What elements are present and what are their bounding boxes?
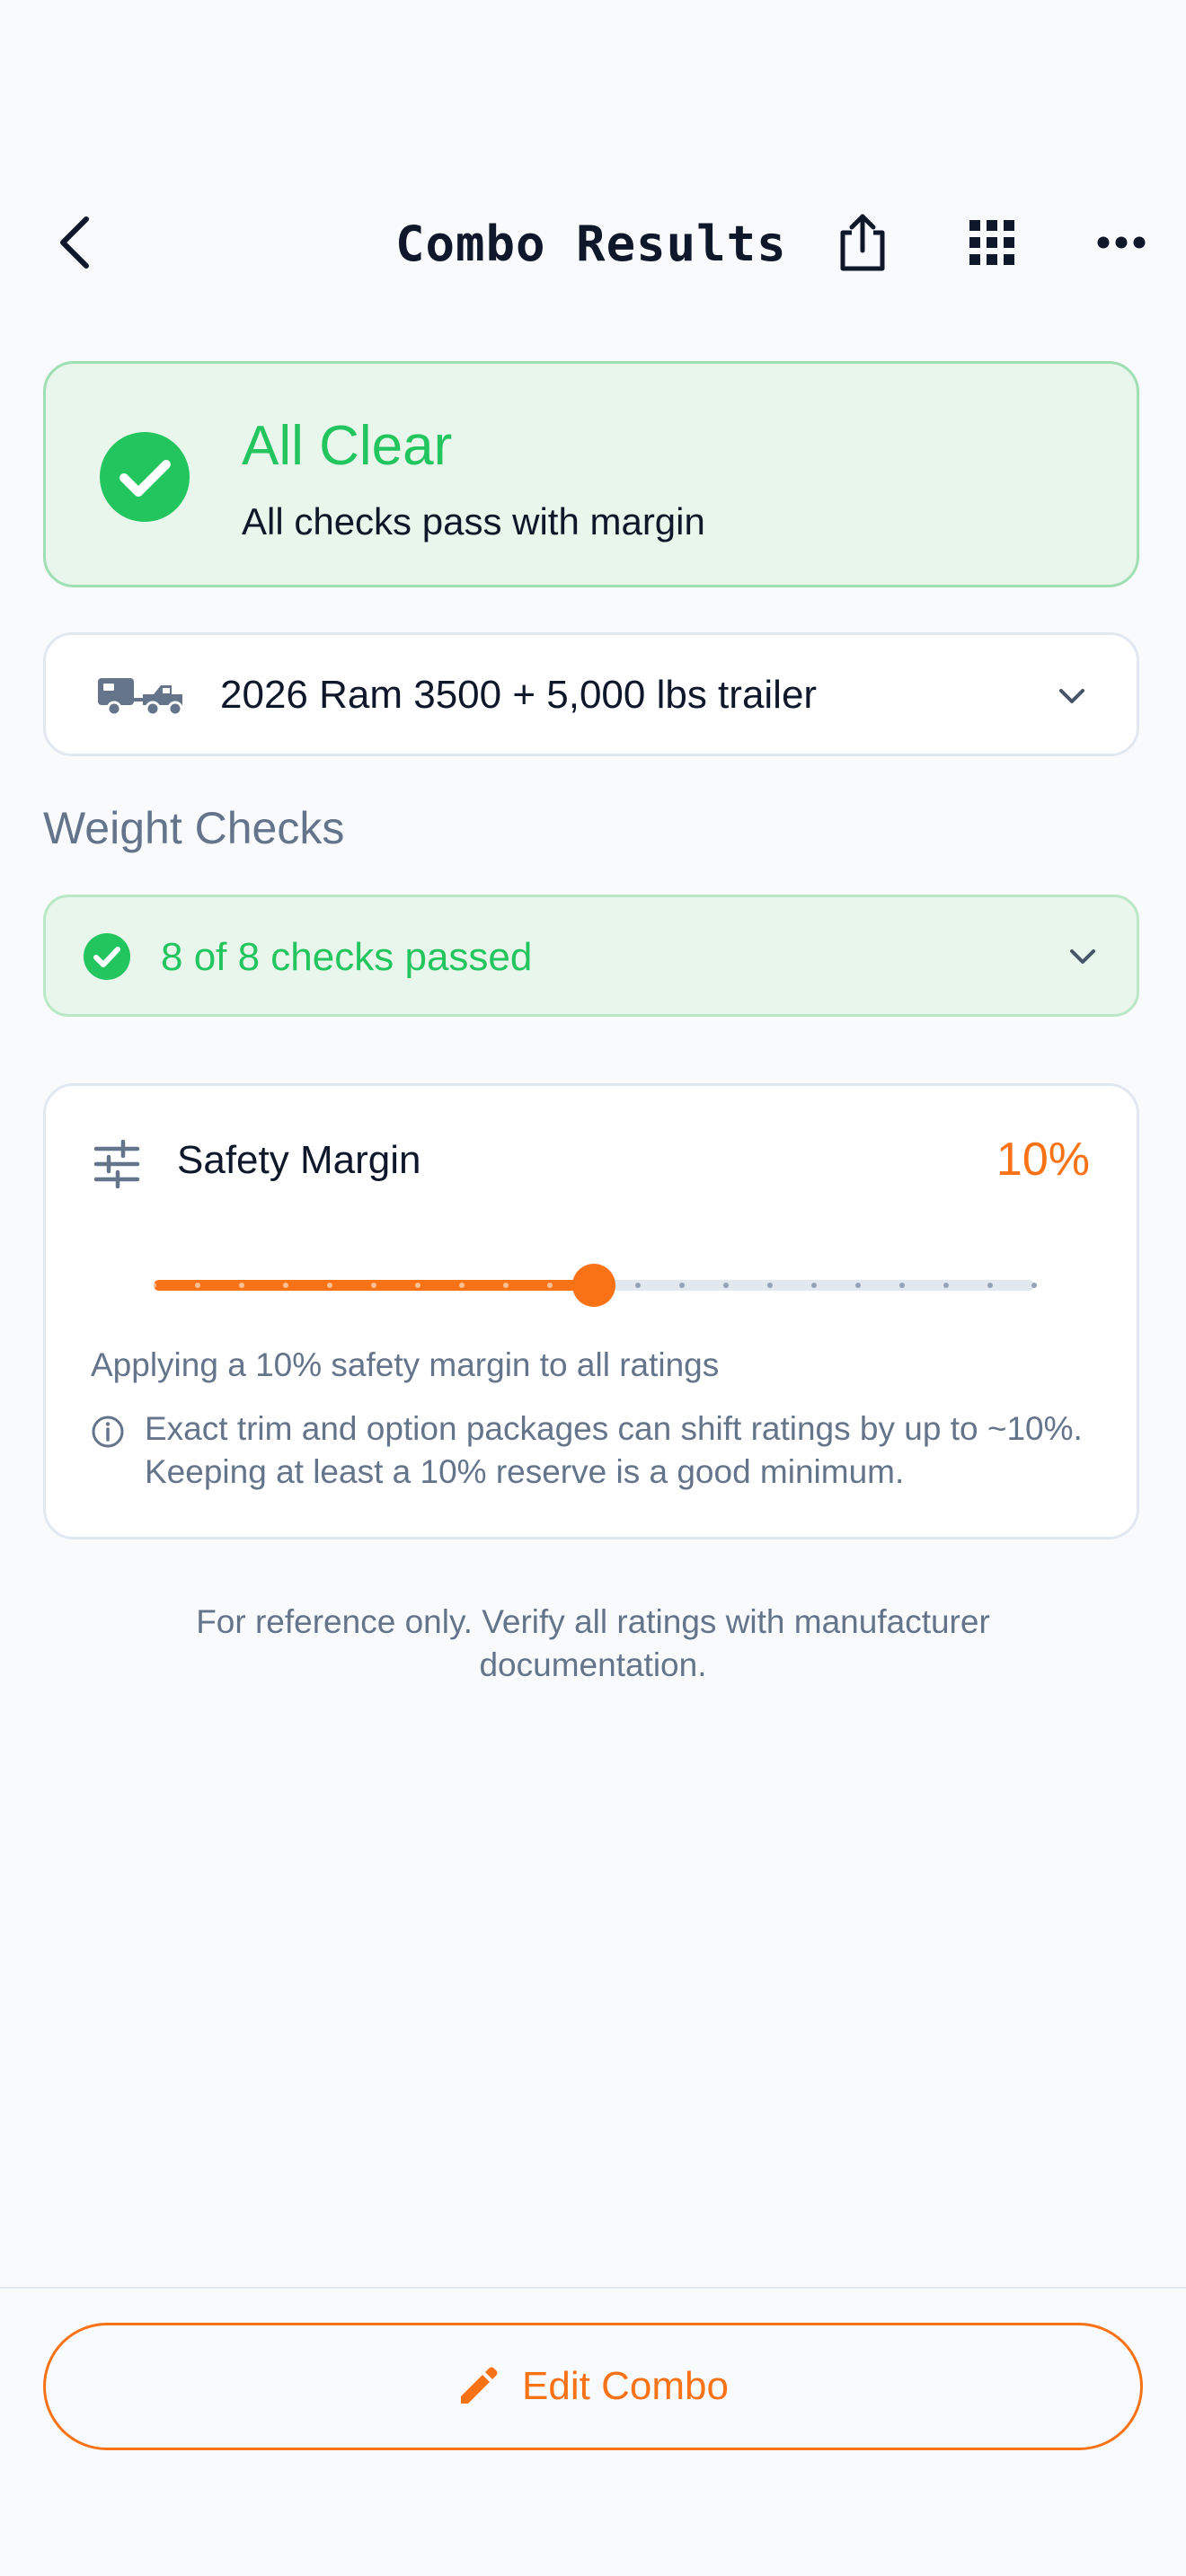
safety-margin-note: Exact trim and option packages can shift…: [145, 1410, 1083, 1490]
slider-tick: [415, 1283, 420, 1288]
edit-combo-button[interactable]: Edit Combo: [43, 2323, 1143, 2450]
slider-tick: [547, 1283, 553, 1288]
checks-summary-label: 8 of 8 checks passed: [161, 935, 533, 979]
chevron-left-icon: [60, 216, 89, 269]
disclaimer-text: For reference only. Verify all ratings w…: [196, 1603, 990, 1683]
combo-label: 2026 Ram 3500 + 5,000 lbs trailer: [220, 673, 818, 717]
grid-view-button[interactable]: [956, 207, 1028, 278]
slider-tick: [327, 1283, 332, 1288]
more-options-button[interactable]: [1085, 207, 1157, 278]
top-app-bar: Combo Results: [0, 180, 1186, 305]
bottom-divider: [0, 2287, 1186, 2289]
slider-tick: [767, 1283, 773, 1288]
safety-margin-description: Applying a 10% safety margin to all rati…: [91, 1346, 720, 1383]
slider-tick: [459, 1283, 465, 1288]
slider-tick: [1031, 1283, 1037, 1288]
slider-tick: [811, 1283, 817, 1288]
slider-tick: [855, 1283, 861, 1288]
slider-tick: [899, 1283, 905, 1288]
pencil-icon: [461, 2367, 498, 2404]
status-subtitle: All checks pass with margin: [242, 500, 705, 543]
check-circle-icon: [100, 432, 190, 522]
chevron-down-icon: [1059, 689, 1084, 703]
checks-summary[interactable]: 8 of 8 checks passed: [43, 895, 1139, 1017]
check-circle-icon: [84, 933, 130, 980]
safety-margin-slider[interactable]: [151, 1257, 1037, 1314]
share-button[interactable]: [827, 207, 898, 278]
slider-tick: [943, 1283, 949, 1288]
combo-selector[interactable]: 2026 Ram 3500 + 5,000 lbs trailer: [43, 632, 1139, 756]
safety-margin-value: 10%: [996, 1134, 1090, 1186]
tune-icon: [93, 1140, 140, 1188]
info-icon: [92, 1416, 124, 1448]
safety-margin-card: Safety Margin 10% Applying a 10% safety …: [43, 1083, 1139, 1539]
slider-tick: [635, 1283, 641, 1288]
slider-tick: [987, 1283, 993, 1288]
slider-tick: [283, 1283, 288, 1288]
edit-combo-label: Edit Combo: [522, 2364, 729, 2408]
back-button[interactable]: [43, 210, 108, 275]
safety-margin-title: Safety Margin: [177, 1138, 421, 1182]
share-icon: [840, 214, 885, 271]
slider-tick: [371, 1283, 376, 1288]
grid-icon: [969, 220, 1014, 265]
chevron-down-icon: [1070, 949, 1095, 964]
status-title: All Clear: [242, 415, 453, 477]
slider-tick: [239, 1283, 244, 1288]
status-card: All Clear All checks pass with margin: [43, 361, 1139, 587]
slider-thumb[interactable]: [572, 1264, 615, 1307]
slider-tick: [151, 1283, 156, 1288]
weight-checks-heading: Weight Checks: [43, 803, 345, 853]
more-horizontal-icon: [1097, 236, 1146, 249]
slider-tick: [679, 1283, 685, 1288]
slider-tick: [723, 1283, 729, 1288]
truck-trailer-icon: [98, 678, 183, 717]
slider-tick: [503, 1283, 509, 1288]
page-title: Combo Results: [395, 216, 787, 272]
slider-tick: [195, 1283, 200, 1288]
